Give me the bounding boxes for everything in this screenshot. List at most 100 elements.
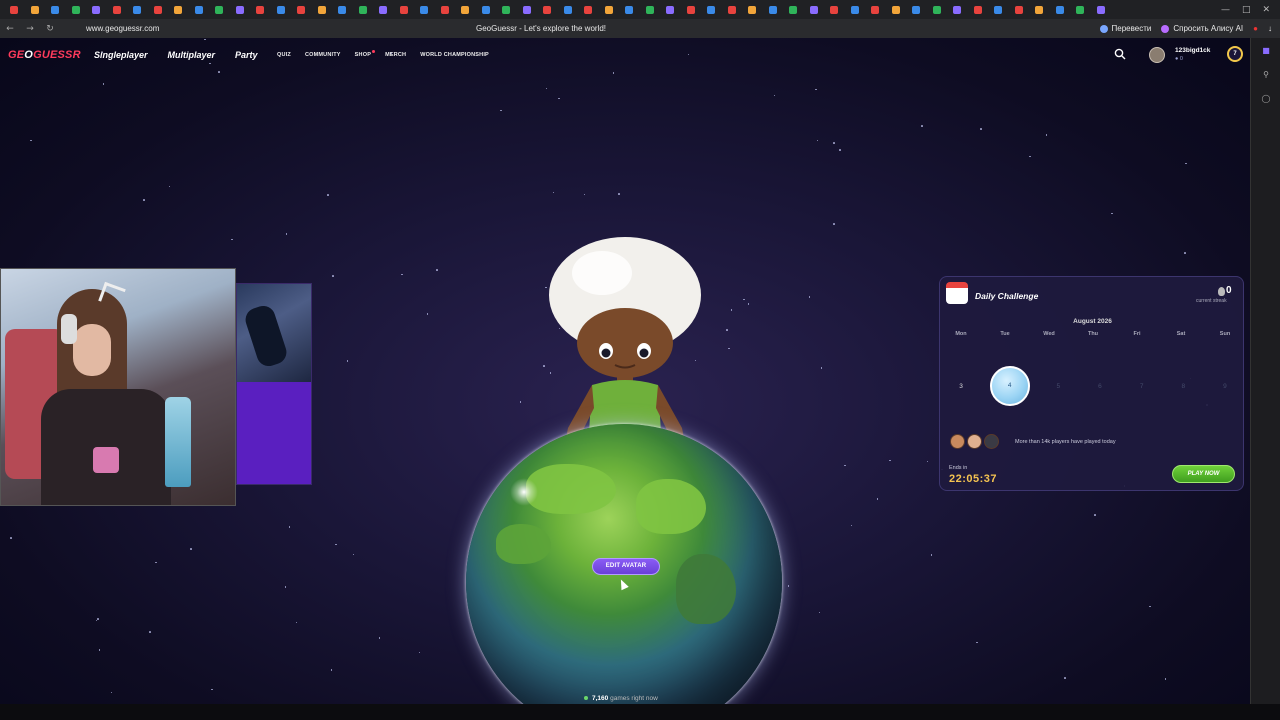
nav-merch[interactable]: MERCH [385,52,406,58]
tab-favicon-icon [317,5,326,14]
nav-community[interactable]: COMMUNITY [305,52,341,58]
browser-tab[interactable] [1070,0,1091,19]
star [743,298,745,301]
browser-tab[interactable] [947,0,968,19]
logo-text-1: GE [8,49,25,61]
browser-tab[interactable] [271,0,292,19]
star [612,72,615,74]
browser-tab[interactable] [578,0,599,19]
browser-tab[interactable] [373,0,394,19]
close-icon[interactable]: ✕ [1262,5,1270,15]
nav-multiplayer[interactable]: Multiplayer [168,50,216,60]
browser-tab[interactable] [927,0,948,19]
nav-quiz[interactable]: QUIZ [277,52,291,58]
translate-button[interactable]: Перевести [1099,24,1151,33]
browser-tab[interactable] [886,0,907,19]
browser-tab[interactable] [742,0,763,19]
browser-tab[interactable] [189,0,210,19]
weekday-label: Sat [1176,331,1186,337]
browser-tab[interactable] [537,0,558,19]
ask-alice-button[interactable]: Спросить Алису AI [1161,24,1243,33]
browser-tab[interactable] [804,0,825,19]
browser-tab[interactable] [906,0,927,19]
username[interactable]: 123bigd1ck [1175,47,1210,54]
nav-party[interactable]: Party [235,50,258,60]
geoguessr-logo[interactable]: GEOGUESSR [8,49,81,61]
level-badge[interactable]: 7 [1227,46,1243,62]
browser-tab[interactable] [45,0,66,19]
browser-tab[interactable] [312,0,333,19]
browser-tab[interactable] [968,0,989,19]
nav-singleplayer[interactable]: Singleplayer [94,50,148,60]
games-now-indicator: 7,160 games right now [584,695,658,702]
sidebar-search-icon[interactable]: ⚲ [1251,62,1280,86]
avatar[interactable] [1149,47,1165,63]
ask-alice-label: Спросить Алису AI [1173,24,1244,33]
browser-tab[interactable] [455,0,476,19]
browser-tab[interactable] [763,0,784,19]
browser-tab[interactable] [476,0,497,19]
nav-shop[interactable]: SHOP [355,50,376,58]
browser-tab[interactable] [66,0,87,19]
browser-tab[interactable] [1050,0,1071,19]
star [346,360,349,362]
extension-icon[interactable]: ● [1253,24,1258,33]
calendar-day-today[interactable]: 4 [989,366,1030,406]
browser-tab[interactable] [250,0,271,19]
browser-tab[interactable] [1009,0,1030,19]
maximize-icon[interactable]: □ [1242,5,1251,15]
browser-tab[interactable] [783,0,804,19]
browser-tab[interactable] [824,0,845,19]
tab-favicon-icon [1076,5,1085,14]
browser-tab[interactable] [127,0,148,19]
browser-tab[interactable] [168,0,189,19]
browser-tab[interactable] [86,0,107,19]
browser-tab[interactable] [25,0,46,19]
browser-tab[interactable] [209,0,230,19]
browser-tab[interactable] [640,0,661,19]
search-icon[interactable] [1114,48,1126,60]
browser-tab[interactable] [599,0,620,19]
star [833,223,835,225]
browser-tab[interactable] [558,0,579,19]
browser-tab[interactable] [619,0,640,19]
star [30,139,32,142]
star [726,329,728,331]
download-icon[interactable]: ↓ [1268,24,1272,33]
browser-tab[interactable] [435,0,456,19]
browser-tab[interactable] [496,0,517,19]
tab-favicon-icon [174,5,183,14]
browser-tab[interactable] [230,0,251,19]
browser-tab[interactable] [517,0,538,19]
nav-world-championship[interactable]: WORLD CHAMPIONSHIP [420,52,489,58]
sidebar-shield-icon[interactable]: ◯ [1251,86,1280,110]
browser-tab[interactable] [722,0,743,19]
star [519,401,522,403]
page-title: GeoGuessr - Let's explore the world! [475,24,607,33]
browser-tab[interactable] [107,0,128,19]
minimize-icon[interactable]: — [1221,5,1230,15]
browser-tab[interactable] [701,0,722,19]
browser-tab[interactable] [660,0,681,19]
browser-tab[interactable] [988,0,1009,19]
tab-favicon-icon [850,5,859,14]
browser-tab[interactable] [148,0,169,19]
browser-tab[interactable] [845,0,866,19]
online-dot-icon [584,696,588,701]
browser-tab[interactable] [865,0,886,19]
browser-tab[interactable] [681,0,702,19]
browser-tab[interactable] [332,0,353,19]
play-now-button[interactable]: PLAY NOW [1172,465,1235,483]
browser-tab[interactable] [394,0,415,19]
browser-tab[interactable] [291,0,312,19]
globe-land [496,524,551,564]
sidebar-app-icon[interactable]: ■ [1251,38,1280,62]
browser-tab[interactable] [1029,0,1050,19]
browser-tab[interactable] [1091,0,1112,19]
browser-tab[interactable] [353,0,374,19]
player-avatar [950,434,965,449]
star [10,537,12,539]
browser-tab[interactable] [4,0,25,19]
edit-avatar-button[interactable]: EDIT AVATAR [592,558,660,575]
browser-tab[interactable] [414,0,435,19]
